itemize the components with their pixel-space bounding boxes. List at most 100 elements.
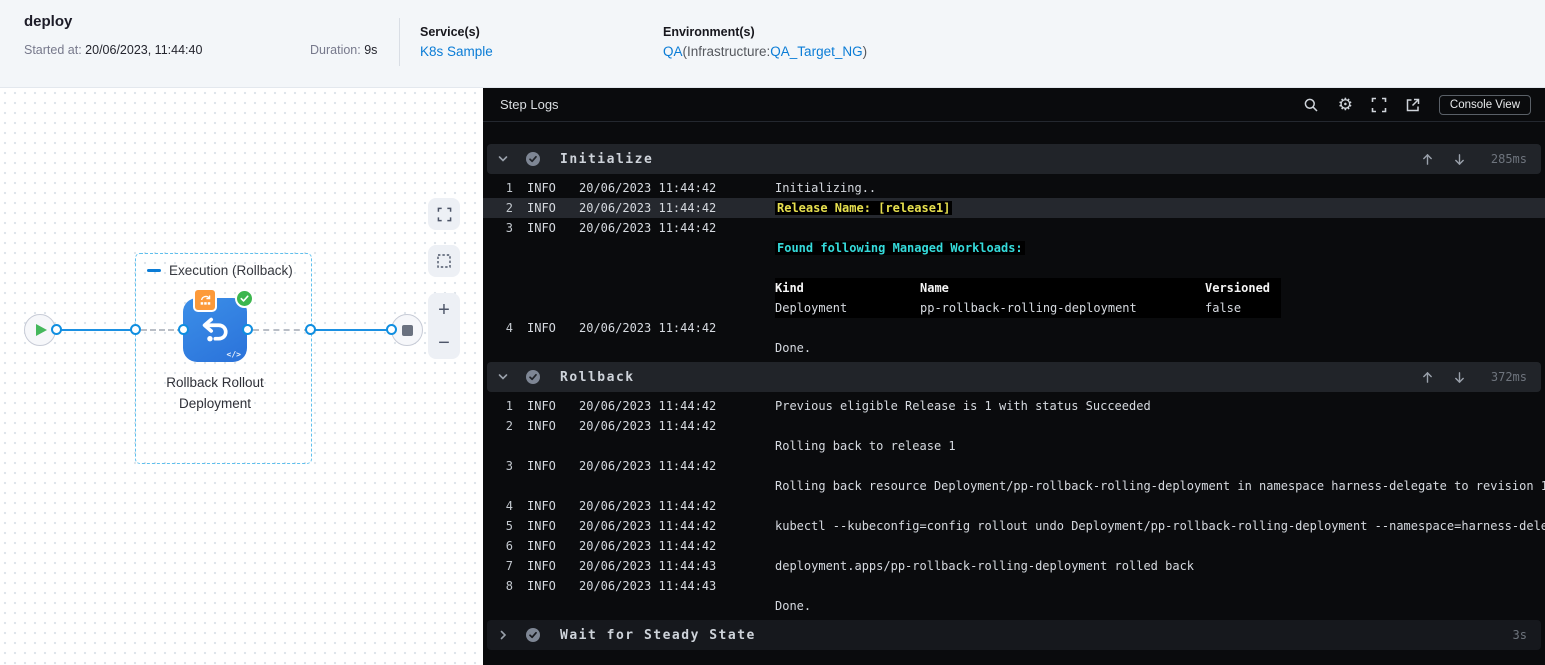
pipeline-canvas[interactable]: Execution (Rollback) </> Rollback Rollou… xyxy=(0,88,483,665)
log-timestamp: 20/06/2023 11:44:42 xyxy=(579,181,717,195)
port xyxy=(178,324,189,335)
log-row: Rolling back to release 1 xyxy=(483,436,1545,456)
started-label: Started at: xyxy=(24,43,82,57)
log-section-initialize: Initialize 285ms 1 INFO 20/06/2023 11:44… xyxy=(483,144,1545,358)
step-logs-panel: Step Logs ⚙ Console View Initialize 285m… xyxy=(483,88,1545,665)
log-message xyxy=(775,536,1545,556)
log-panel-title: Step Logs xyxy=(500,97,559,112)
log-level: INFO xyxy=(527,539,556,553)
log-row: 5 INFO 20/06/2023 11:44:42 kubectl --kub… xyxy=(483,516,1545,536)
line-number: 2 xyxy=(505,201,513,215)
collapse-group-icon[interactable] xyxy=(147,269,161,272)
log-level: INFO xyxy=(527,579,556,593)
environments-block: Environment(s) QA(Infrastructure:QA_Targ… xyxy=(663,25,867,59)
log-row: Done. xyxy=(483,338,1545,358)
section-rows: 1 INFO 20/06/2023 11:44:42 Previous elig… xyxy=(483,392,1545,616)
port xyxy=(242,324,253,335)
scroll-top-icon[interactable] xyxy=(1421,153,1434,166)
log-timestamp: 20/06/2023 11:44:43 xyxy=(579,559,717,573)
canvas-select-button[interactable] xyxy=(428,245,460,277)
log-row: 7 INFO 20/06/2023 11:44:43 deployment.ap… xyxy=(483,556,1545,576)
edge-group-to-end xyxy=(315,329,391,331)
log-timestamp: 20/06/2023 11:44:42 xyxy=(579,519,717,533)
log-timestamp: 20/06/2023 11:44:42 xyxy=(579,399,717,413)
marquee-select-icon xyxy=(437,254,451,268)
log-message: Rolling back resource Deployment/pp-roll… xyxy=(775,479,1545,493)
log-level: INFO xyxy=(527,201,556,215)
success-check-badge xyxy=(235,289,254,308)
log-timestamp: 20/06/2023 11:44:42 xyxy=(579,221,717,235)
log-timestamp: 20/06/2023 11:44:43 xyxy=(579,579,717,593)
col-name: Name xyxy=(920,281,949,295)
scroll-bottom-icon[interactable] xyxy=(1453,371,1466,384)
code-icon: </> xyxy=(226,350,241,359)
line-number: 5 xyxy=(505,519,513,533)
log-level: INFO xyxy=(527,419,556,433)
log-timestamp: 20/06/2023 11:44:42 xyxy=(579,201,717,215)
log-message xyxy=(775,416,1545,436)
header-divider xyxy=(399,18,400,66)
edge-start-to-group xyxy=(56,329,135,331)
environments-label: Environment(s) xyxy=(663,25,755,39)
rollout-icon xyxy=(200,294,210,305)
console-view-button[interactable]: Console View xyxy=(1438,94,1531,115)
chevron-down-icon[interactable] xyxy=(497,371,511,383)
zoom-in-button[interactable]: + xyxy=(438,300,450,320)
services-block: Service(s) K8s Sample xyxy=(420,25,493,59)
section-title: Rollback xyxy=(560,369,635,385)
log-level: INFO xyxy=(527,559,556,573)
log-message: Found following Managed Workloads: xyxy=(775,238,1545,258)
line-number: 2 xyxy=(505,419,513,433)
log-row-table-data: Deployment pp-rollback-rolling-deployment… xyxy=(483,298,1545,318)
log-message: Done. xyxy=(775,341,812,355)
section-header-wait-for-steady-state[interactable]: Wait for Steady State 3s xyxy=(487,620,1541,650)
log-row: Found following Managed Workloads: xyxy=(483,238,1545,258)
duration: Duration: 9s xyxy=(310,43,377,57)
expand-icon[interactable] xyxy=(1371,96,1388,113)
scroll-bottom-icon[interactable] xyxy=(1453,153,1466,166)
chevron-down-icon[interactable] xyxy=(497,153,511,165)
log-row: Rolling back resource Deployment/pp-roll… xyxy=(483,476,1545,496)
rollback-step-node[interactable]: </> xyxy=(183,288,254,362)
execution-group-label: Execution (Rollback) xyxy=(147,263,293,278)
search-icon[interactable] xyxy=(1303,96,1320,113)
workloads-highlight: Found following Managed Workloads: xyxy=(775,241,1025,255)
line-number: 1 xyxy=(505,181,513,195)
step-node-label: Rollback Rollout Deployment xyxy=(166,375,264,411)
log-row: 4 INFO 20/06/2023 11:44:42 xyxy=(483,318,1545,338)
line-number: 7 xyxy=(505,559,513,573)
environment-link[interactable]: QA xyxy=(663,44,683,59)
env-infra-prefix: (Infrastructure: xyxy=(682,44,771,59)
log-row-table-header: Kind Name Versioned xyxy=(483,278,1545,298)
section-header-rollback[interactable]: Rollback 372ms xyxy=(487,362,1541,392)
log-message: Done. xyxy=(775,599,812,613)
canvas-fullscreen-button[interactable] xyxy=(428,198,460,230)
chevron-right-icon[interactable] xyxy=(497,629,511,641)
log-level: INFO xyxy=(527,519,556,533)
col-versioned: Versioned xyxy=(1205,281,1271,295)
line-number: 4 xyxy=(505,499,513,513)
external-link-icon[interactable] xyxy=(1405,96,1422,113)
zoom-out-button[interactable]: − xyxy=(438,333,450,353)
service-link[interactable]: K8s Sample xyxy=(420,44,493,59)
step-type-badge xyxy=(193,288,217,312)
canvas-zoom-controls: + − xyxy=(428,293,460,359)
log-row: 3 INFO 20/06/2023 11:44:42 xyxy=(483,218,1545,238)
workload-table-header: Kind Name Versioned xyxy=(775,278,1281,298)
group-label-text: Execution (Rollback) xyxy=(169,263,293,278)
log-section-wait-for-steady-state: Wait for Steady State 3s xyxy=(483,620,1545,650)
infrastructure-link[interactable]: QA_Target_NG xyxy=(770,44,862,59)
scroll-top-icon[interactable] xyxy=(1421,371,1434,384)
log-level: INFO xyxy=(527,321,556,335)
cell-name: pp-rollback-rolling-deployment xyxy=(920,301,1137,315)
gear-icon[interactable]: ⚙ xyxy=(1337,95,1354,114)
execution-header: deploy Started at: 20/06/2023, 11:44:40 … xyxy=(0,0,1545,88)
check-circle-icon xyxy=(525,369,541,385)
section-header-initialize[interactable]: Initialize 285ms xyxy=(487,144,1541,174)
section-duration: 285ms xyxy=(1490,152,1527,166)
duration-label: Duration: xyxy=(310,43,361,57)
col-kind: Kind xyxy=(775,281,804,295)
port xyxy=(130,324,141,335)
stop-icon xyxy=(401,324,413,336)
log-level: INFO xyxy=(527,221,556,235)
